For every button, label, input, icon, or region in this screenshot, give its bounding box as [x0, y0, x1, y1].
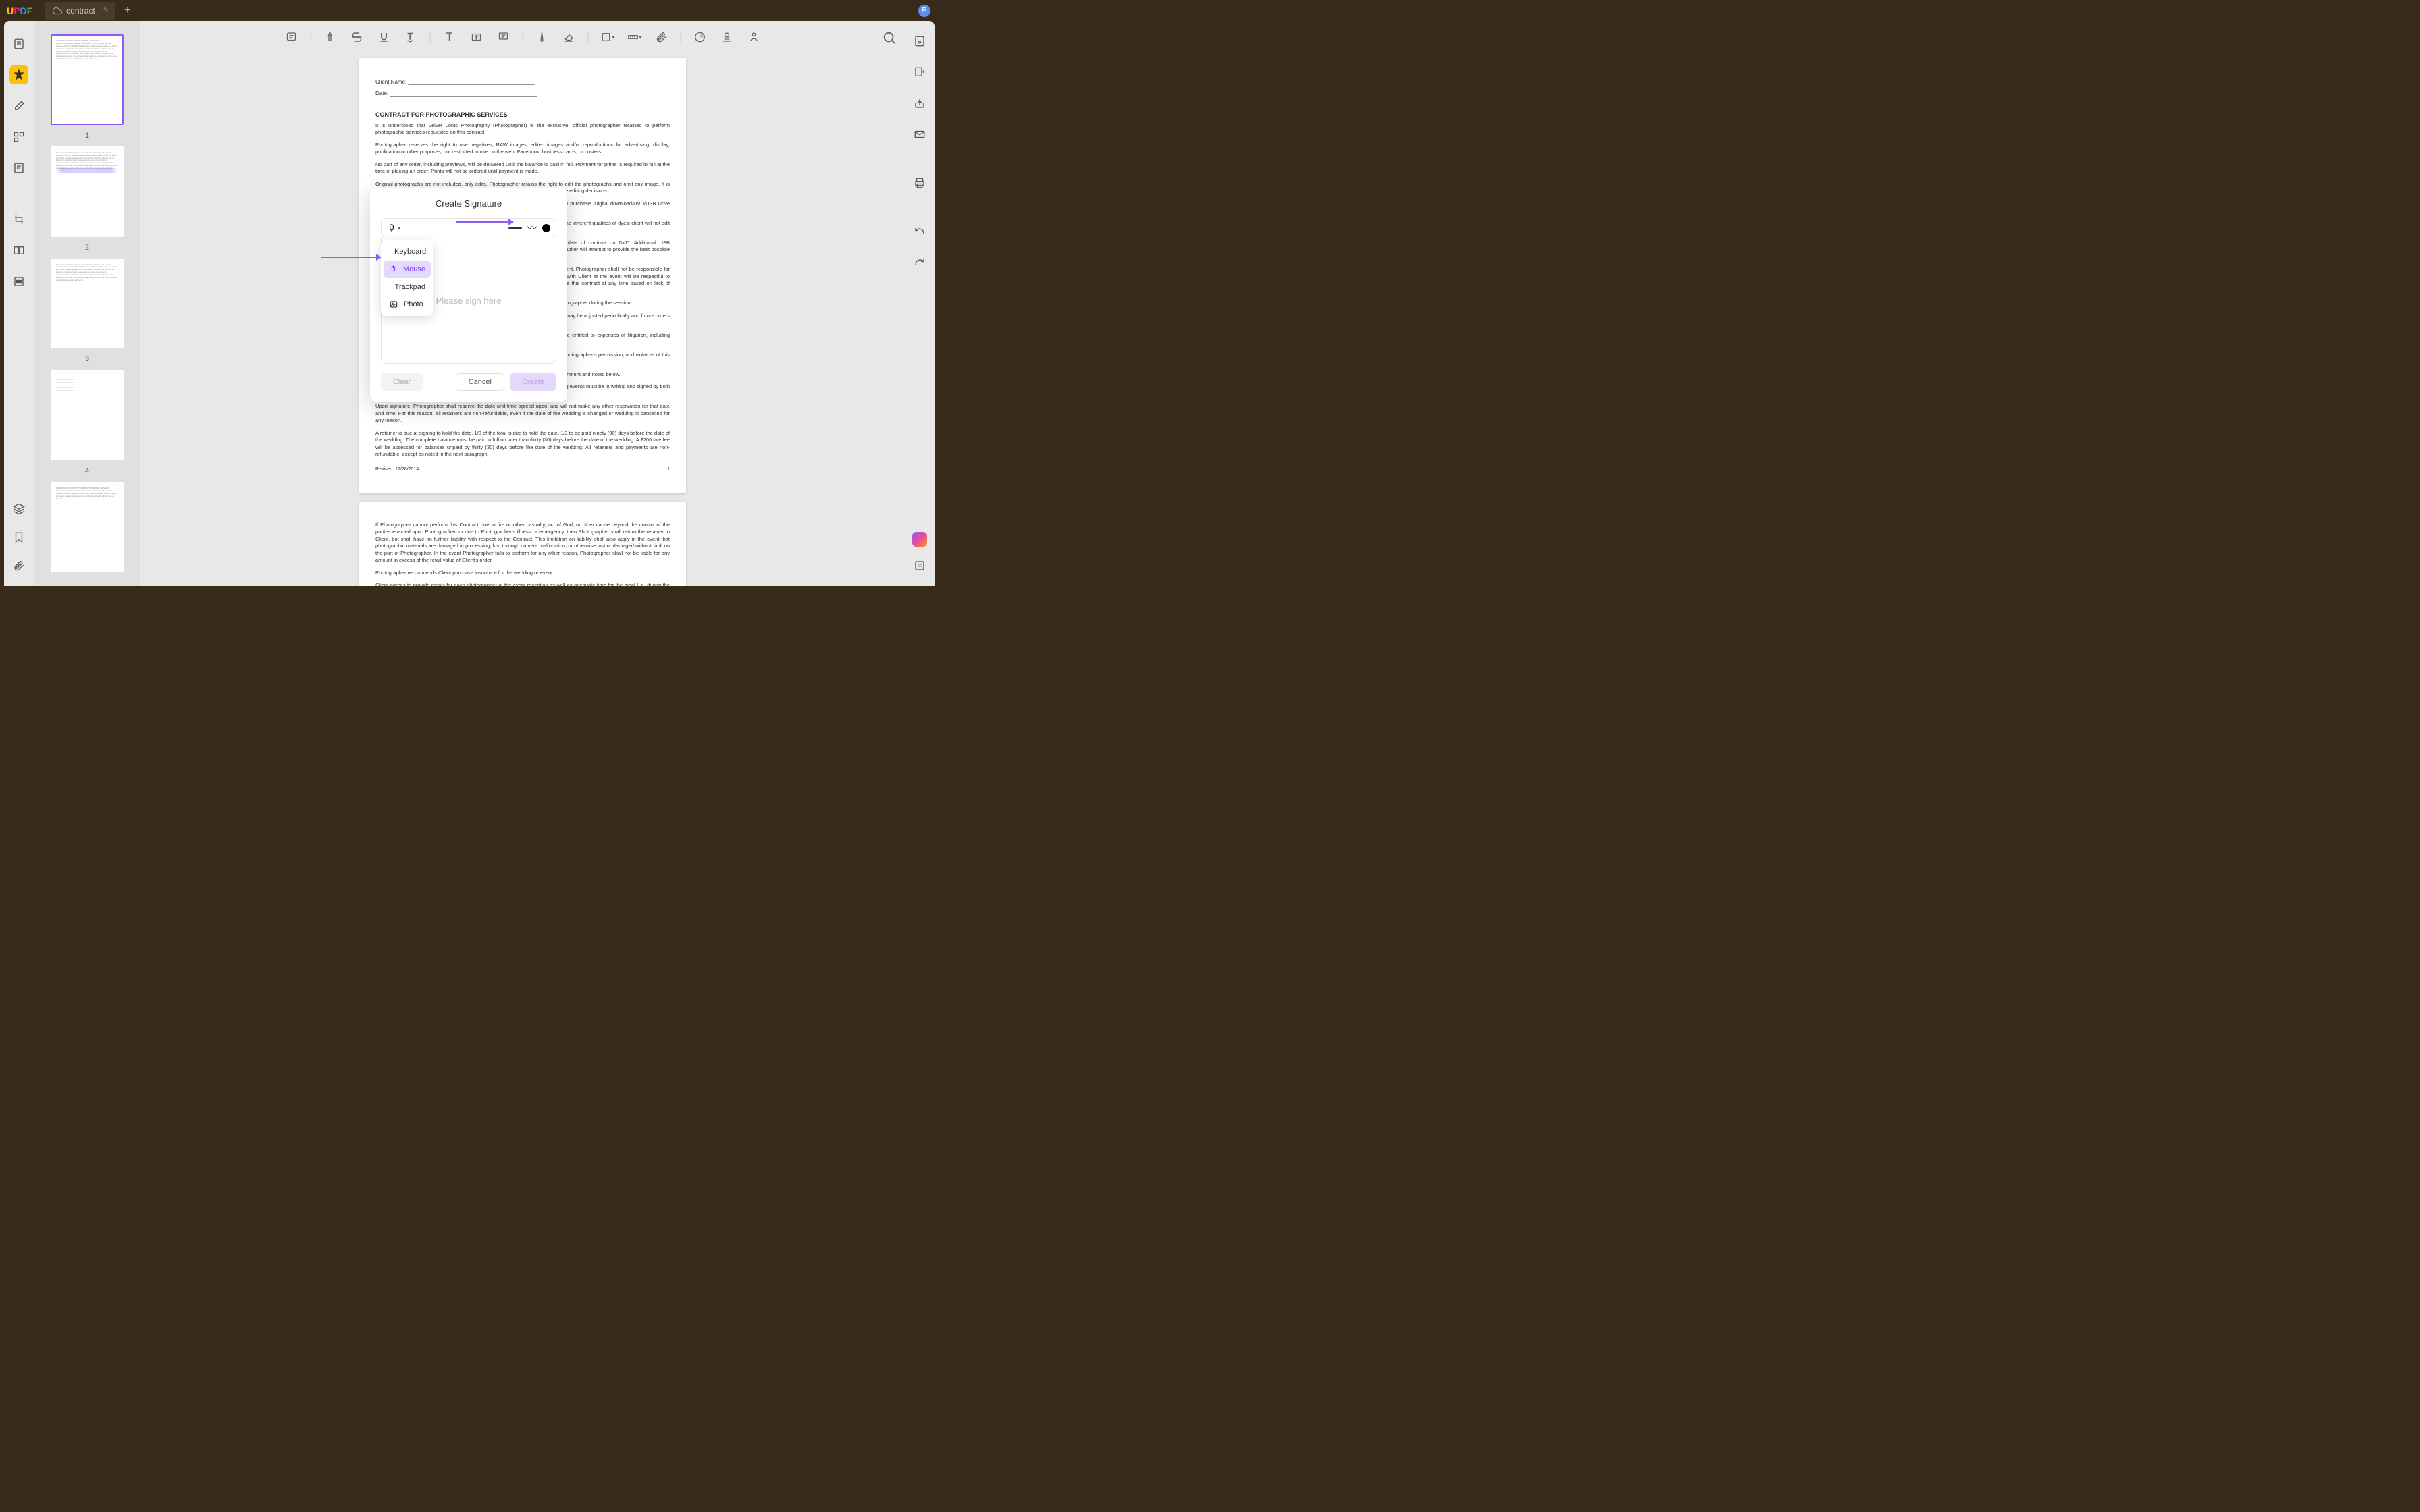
- stroke-wavy-icon[interactable]: 〰: [527, 221, 537, 235]
- left-toolbar: [4, 21, 34, 586]
- save-icon[interactable]: [910, 32, 929, 51]
- clear-button[interactable]: Clear: [381, 373, 423, 391]
- document-page-2: If Photographer cannot perform this Cont…: [359, 502, 686, 586]
- create-signature-modal: Create Signature ▾ 〰 Keyboard Mouse Trac…: [370, 188, 567, 402]
- thumbnail-page-3[interactable]: Lorem ipsum dolor sit amet consectetur a…: [51, 259, 124, 349]
- pencil-icon[interactable]: [534, 29, 550, 45]
- layers-tool[interactable]: [9, 500, 28, 518]
- thumb-label-3: 3: [85, 355, 89, 363]
- textbox-icon[interactable]: T: [469, 29, 485, 45]
- cloud-icon: [53, 6, 62, 16]
- undo-icon[interactable]: [910, 222, 929, 241]
- share-icon[interactable]: [910, 94, 929, 113]
- tab-title: contract: [66, 6, 95, 16]
- page-number: 1: [667, 466, 670, 473]
- export-icon[interactable]: [910, 63, 929, 82]
- input-method-dropdown: Keyboard Mouse Trackpad Photo: [381, 240, 433, 316]
- thumb-label-1: 1: [85, 132, 89, 140]
- thumbnail-page-2[interactable]: Lorem ipsum dolor sit amet consectetur a…: [51, 146, 124, 237]
- redact-tool[interactable]: [9, 272, 28, 291]
- add-tab-button[interactable]: +: [121, 4, 134, 18]
- strikethrough-icon[interactable]: [349, 29, 365, 45]
- user-avatar[interactable]: R: [918, 5, 930, 17]
- compare-tool[interactable]: [9, 241, 28, 260]
- thumbnail-page-4[interactable]: _____ _____ __________ _____ __________ …: [51, 370, 124, 460]
- option-photo[interactable]: Photo: [384, 296, 431, 313]
- bookmark-tool[interactable]: [9, 528, 28, 547]
- search-icon[interactable]: [882, 30, 897, 45]
- modal-title: Create Signature: [381, 198, 556, 209]
- create-button[interactable]: Create: [510, 373, 556, 391]
- measure-icon[interactable]: ▾: [627, 29, 643, 45]
- edit-icon[interactable]: ✎: [103, 7, 108, 14]
- annotation-arrow-2: [456, 221, 513, 223]
- right-toolbar: [905, 21, 935, 586]
- signature-icon[interactable]: [746, 29, 762, 45]
- option-mouse[interactable]: Mouse: [384, 261, 431, 278]
- attach-icon[interactable]: [654, 29, 670, 45]
- email-icon[interactable]: [910, 125, 929, 144]
- thumb-label-4: 4: [85, 467, 89, 475]
- thumbnail-page-5[interactable]: INFORMATION ABOUT YOUR PHOTOGRAPHY SESSI…: [51, 482, 124, 572]
- client-name-field: Client Name: ___________________________…: [375, 78, 670, 86]
- annotation-toolbar: T T ▾ ▾: [284, 29, 762, 45]
- svg-text:T: T: [408, 32, 413, 41]
- date-field: Date: __________________________________…: [375, 90, 670, 97]
- revised-date: Revised: 12/28/2014: [375, 466, 419, 473]
- comment-tool[interactable]: [9, 65, 28, 84]
- annotation-arrow-1: [321, 256, 381, 258]
- crop-tool[interactable]: [9, 210, 28, 229]
- attachment-tool[interactable]: [9, 556, 28, 575]
- caret-down-icon: ▾: [398, 225, 400, 232]
- input-method-select[interactable]: ▾: [387, 223, 400, 233]
- note-icon[interactable]: [284, 29, 300, 45]
- cancel-button[interactable]: Cancel: [456, 373, 504, 391]
- thumbnail-page-1[interactable]: CONTRACT FOR PHOTOGRAPHIC SERVICESLorem …: [51, 34, 124, 125]
- sticker-icon[interactable]: [692, 29, 708, 45]
- contract-heading: CONTRACT FOR PHOTOGRAPHIC SERVICES: [375, 111, 670, 119]
- properties-icon[interactable]: [910, 556, 929, 575]
- print-icon[interactable]: [910, 173, 929, 192]
- app-logo: UPDF: [0, 5, 39, 16]
- color-picker[interactable]: [542, 224, 550, 232]
- underline-icon[interactable]: [376, 29, 392, 45]
- text-icon[interactable]: [442, 29, 458, 45]
- option-keyboard[interactable]: Keyboard: [384, 243, 431, 261]
- thumbnail-panel: CONTRACT FOR PHOTOGRAPHIC SERVICESLorem …: [34, 21, 140, 586]
- shape-icon[interactable]: ▾: [600, 29, 616, 45]
- ai-assistant-button[interactable]: [912, 532, 927, 547]
- reader-tool[interactable]: [9, 34, 28, 53]
- eraser-icon[interactable]: [561, 29, 577, 45]
- highlight-icon[interactable]: [322, 29, 338, 45]
- squiggly-icon[interactable]: T: [403, 29, 419, 45]
- document-tab[interactable]: contract ✎: [45, 2, 115, 20]
- edit-tool[interactable]: [9, 97, 28, 115]
- callout-icon[interactable]: [496, 29, 512, 45]
- thumb-label-2: 2: [85, 244, 89, 252]
- svg-text:T: T: [475, 34, 478, 40]
- redo-icon[interactable]: [910, 253, 929, 272]
- organize-tool[interactable]: [9, 128, 28, 146]
- option-trackpad[interactable]: Trackpad: [384, 278, 431, 296]
- form-tool[interactable]: [9, 159, 28, 178]
- stamp-icon[interactable]: [719, 29, 735, 45]
